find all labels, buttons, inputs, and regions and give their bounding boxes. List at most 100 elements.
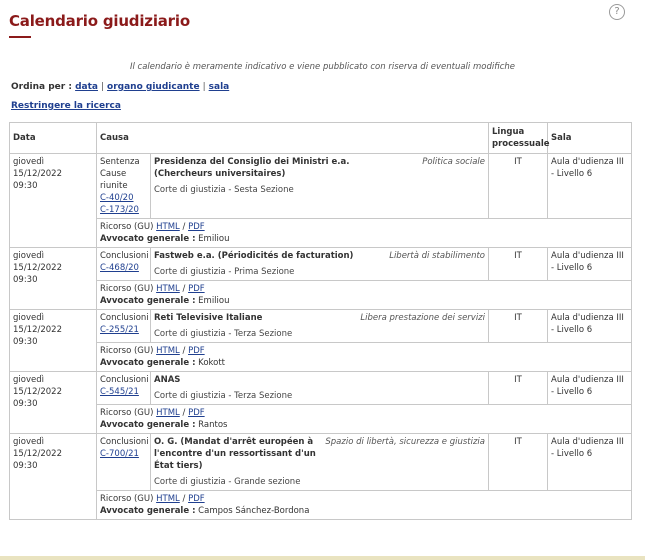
sort-bar: Ordina per : data | organo giudicante | sala [11, 82, 229, 92]
case-detail-cell: ANAS Corte di giustizia - Terza Sezione [149, 371, 490, 405]
case-matter [481, 374, 485, 386]
ricorso-label: Ricorso (GU) [100, 408, 154, 418]
date-cell: giovedì 15/12/2022 09:30 [9, 371, 97, 434]
case-number-link[interactable]: C-700/21 [100, 449, 139, 459]
case-detail-cell: O. G. (Mandat d'arrêt européen à l'encon… [149, 433, 490, 491]
case-matter: Politica sociale [422, 157, 486, 167]
hearing-time: 09:30 [13, 275, 38, 285]
date-cell: giovedì 15/12/2022 09:30 [9, 153, 97, 248]
language-cell: IT [488, 371, 549, 405]
help-icon[interactable]: ? [609, 4, 625, 20]
language-cell: IT [488, 153, 549, 219]
calendar-table: Data Causa Lingua processuale Sala giove… [9, 122, 633, 520]
advocate-general-name: Campos Sánchez-Bordona [198, 506, 310, 516]
pdf-link[interactable]: PDF [188, 222, 205, 232]
case-parties: Reti Televisive Italiane [154, 313, 263, 323]
room-cell: Aula d'udienza III - Livello 6 [547, 247, 633, 281]
table-subrow: Ricorso (GU) HTML / PDF Avvocato generale… [10, 280, 633, 310]
pdf-link[interactable]: PDF [188, 346, 205, 356]
advocate-general-label: Avvocato generale : [100, 506, 196, 516]
advocate-general-label: Avvocato generale : [100, 358, 196, 368]
case-number-link[interactable]: C-545/21 [100, 387, 139, 397]
page-title: Calendario giudiziario [9, 12, 190, 30]
court-chamber: Corte di giustizia - Sesta Sezione [154, 185, 294, 195]
sort-by-court-link[interactable]: organo giudicante [107, 82, 200, 92]
advocate-general-label: Avvocato generale : [100, 420, 196, 430]
column-header-date: Data [9, 122, 97, 154]
advocate-general-name: Rantos [198, 420, 228, 430]
pdf-link[interactable]: PDF [188, 408, 205, 418]
room-cell: Aula d'udienza III - Livello 6 [547, 309, 633, 343]
case-number-link[interactable]: C-40/20 [100, 193, 134, 203]
language-cell: IT [488, 247, 549, 281]
html-link[interactable]: HTML [156, 284, 180, 294]
table-subrow: Ricorso (GU) HTML / PDF Avvocato generale… [10, 342, 633, 372]
hearing-time: 09:30 [13, 337, 38, 347]
table-header-row: Data Causa Lingua processuale Sala [9, 122, 633, 154]
table-subrow: Ricorso (GU) HTML / PDF Avvocato generale… [10, 218, 633, 248]
sort-by-date-link[interactable]: data [75, 82, 98, 92]
procedure-cell: Conclusioni C-700/21 [96, 433, 151, 491]
html-link[interactable]: HTML [156, 408, 180, 418]
case-matter: Libertà di stabilimento [389, 251, 486, 261]
link-separator: / [182, 222, 186, 232]
documents-cell: Ricorso (GU) HTML / PDF Avvocato generale… [95, 218, 633, 248]
pdf-link[interactable]: PDF [188, 494, 205, 504]
column-header-cause: Causa [95, 122, 490, 154]
table-subrow: Ricorso (GU) HTML / PDF Avvocato generale… [10, 490, 633, 520]
case-number-link[interactable]: C-468/20 [100, 263, 139, 273]
table-row: giovedì 15/12/2022 09:30 Conclusioni C-468/… [9, 247, 633, 310]
case-parties: ANAS [154, 375, 181, 385]
hearing-time: 09:30 [13, 461, 38, 471]
table-row: giovedì 15/12/2022 09:30 Conclusioni C-255/… [9, 309, 633, 372]
date-cell: giovedì 15/12/2022 09:30 [9, 247, 97, 310]
sort-by-room-link[interactable]: sala [209, 82, 230, 92]
procedure-type: Conclusioni [100, 313, 149, 323]
advocate-general-name: Kokott [198, 358, 226, 368]
court-chamber: Corte di giustizia - Grande sezione [154, 477, 301, 487]
title-underline [9, 36, 31, 38]
sort-label: Ordina per : [11, 82, 72, 92]
html-link[interactable]: HTML [156, 222, 180, 232]
html-link[interactable]: HTML [156, 346, 180, 356]
hearing-date: giovedì 15/12/2022 [13, 157, 62, 179]
link-separator: / [182, 284, 186, 294]
room-cell: Aula d'udienza III - Livello 6 [547, 153, 633, 219]
ricorso-label: Ricorso (GU) [100, 222, 154, 232]
court-chamber: Corte di giustizia - Prima Sezione [154, 267, 295, 277]
restrict-search-link[interactable]: Restringere la ricerca [11, 101, 121, 111]
link-separator: / [182, 408, 186, 418]
sort-separator: | [101, 82, 105, 92]
procedure-type: Conclusioni [100, 437, 149, 447]
case-parties: O. G. (Mandat d'arrêt européen à l'encon… [154, 437, 316, 471]
procedure-type: Sentenza Cause riunite [100, 157, 140, 191]
case-parties: Fastweb e.a. (Périodicités de facturatio… [154, 251, 354, 261]
case-detail-cell: Presidenza del Consiglio dei Ministri e.… [149, 153, 490, 219]
column-header-language: Lingua processuale [488, 122, 550, 154]
html-link[interactable]: HTML [156, 494, 180, 504]
column-header-room: Sala [547, 122, 633, 154]
footer-divider [0, 556, 645, 560]
pdf-link[interactable]: PDF [188, 284, 205, 294]
documents-cell: Ricorso (GU) HTML / PDF Avvocato generale… [95, 404, 633, 434]
ricorso-label: Ricorso (GU) [100, 346, 154, 356]
hearing-date: giovedì 15/12/2022 [13, 251, 62, 273]
disclaimer: Il calendario è meramente indicativo e v… [129, 62, 516, 72]
case-parties: Presidenza del Consiglio dei Ministri e.… [154, 157, 350, 179]
date-cell: giovedì 15/12/2022 09:30 [9, 433, 97, 520]
room-cell: Aula d'udienza III - Livello 6 [547, 433, 633, 491]
table-row: giovedì 15/12/2022 09:30 Conclusioni C-545/… [9, 371, 633, 434]
table-subrow: Ricorso (GU) HTML / PDF Avvocato generale… [10, 404, 633, 434]
room-cell: Aula d'udienza III - Livello 6 [547, 371, 633, 405]
advocate-general-label: Avvocato generale : [100, 296, 196, 306]
hearing-date: giovedì 15/12/2022 [13, 375, 62, 397]
advocate-general-name: Emiliou [198, 234, 230, 244]
advocate-general-name: Emiliou [198, 296, 230, 306]
hearing-time: 09:30 [13, 181, 38, 191]
case-number-link[interactable]: C-255/21 [100, 325, 139, 335]
case-number-link[interactable]: C-173/20 [100, 205, 139, 215]
sort-separator: | [202, 82, 206, 92]
case-matter: Spazio di libertà, sicurezza e giustizia [325, 437, 486, 447]
advocate-general-label: Avvocato generale : [100, 234, 196, 244]
table-row: giovedì 15/12/2022 09:30 Sentenza Cause ri… [9, 153, 633, 248]
